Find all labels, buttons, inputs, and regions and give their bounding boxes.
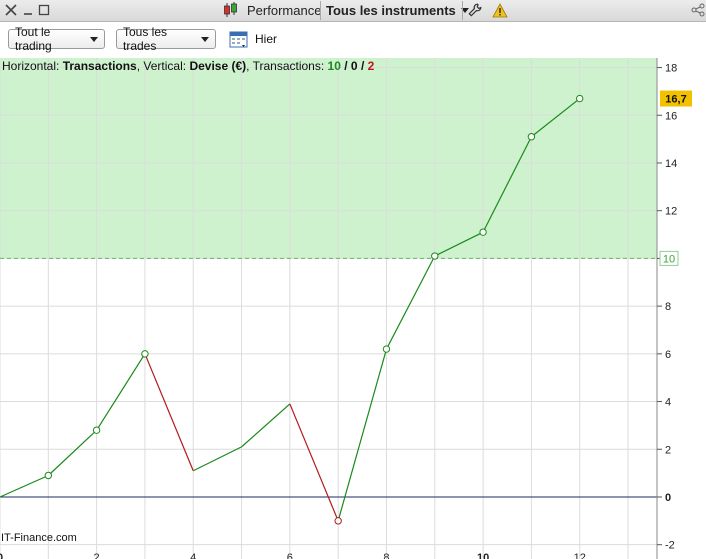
data-point [92,426,101,434]
horizontal-prefix: Horizontal: [2,59,60,73]
y-tick-label: 16 [665,110,677,122]
filters-bar [0,22,706,58]
share-icon[interactable] [690,2,706,18]
series-segment [241,403,291,448]
transactions-total: 10 [327,59,341,73]
maximize-icon[interactable] [36,2,52,18]
data-point [479,228,487,236]
x-tick-label: 2 [94,552,100,559]
target-label: 10 [663,253,675,265]
series-segment [192,446,242,472]
y-tick-label: 12 [665,206,677,218]
y-tick-label: 0 [665,492,671,504]
top-toolbar: Performance Tous les instruments [0,0,706,22]
trades-filter-label: Tous les trades [123,25,168,53]
vertical-prefix: , Vertical: [136,59,187,73]
series-segment [144,353,194,471]
data-point [527,133,536,141]
warning-icon[interactable] [490,2,510,18]
instruments-label: Tous les instruments [326,3,456,18]
x-tick-label: 6 [287,552,293,559]
trading-filter-dropdown[interactable]: Tout le trading [8,25,105,53]
x-tick-label: 12 [574,552,586,559]
x-tick-label: 8 [383,552,389,559]
instruments-dropdown[interactable]: Tous les instruments [326,0,469,21]
calendar-icon[interactable] [229,30,249,50]
y-tick-label: 6 [665,349,671,361]
wrench-icon[interactable] [466,2,484,18]
y-tick-label: 14 [665,158,677,170]
y-tick-label: 18 [665,63,677,75]
chart-info-line: Horizontal: Transactions, Vertical: Devi… [2,59,374,73]
close-icon[interactable] [2,2,20,18]
series-segment [47,429,98,476]
y-tick-label: 2 [665,444,671,456]
y-tick-label: 8 [665,301,671,313]
toolbar-separator [320,1,321,20]
data-point [44,471,53,480]
series-segment [385,255,436,350]
data-point [382,345,391,353]
count-separator: / [344,59,348,73]
series-segment [337,348,388,521]
transactions-prefix: , Transactions: [246,59,325,73]
x-tick-label: 4 [190,552,196,559]
x-tick-label: 0 [0,552,3,559]
horizontal-value: Transactions [62,59,137,73]
data-point [334,517,342,525]
data-point [141,350,149,358]
chevron-down-icon [201,36,209,42]
series-segment [0,474,49,498]
series-segment [289,403,339,522]
x-tick-label: 10 [477,552,489,559]
trades-filter-dropdown[interactable]: Tous les trades [116,25,216,53]
toolbar-separator [462,1,463,20]
performance-title: Performance [247,3,322,18]
transactions-neutral: 0 [350,59,358,73]
series-segment [96,353,146,431]
data-point [576,94,584,103]
y-tick-label: -2 [665,540,675,552]
brand-watermark: IT-Finance.com [1,532,77,544]
count-separator: / [360,59,365,73]
candlestick-icon [221,2,241,18]
performance-chart: 1816141286420-20246810121016,7 [0,58,692,559]
chevron-down-icon [90,36,98,42]
y-tick-label: 4 [665,397,671,409]
data-point [431,252,439,260]
trading-filter-label: Tout le trading [15,25,52,53]
transactions-loss: 2 [367,59,375,73]
last-value-label: 16,7 [665,94,686,106]
vertical-value: Devise (€) [189,59,247,73]
minimize-icon[interactable] [20,2,36,18]
target-zone [0,58,657,259]
date-label: Hier [255,32,278,46]
